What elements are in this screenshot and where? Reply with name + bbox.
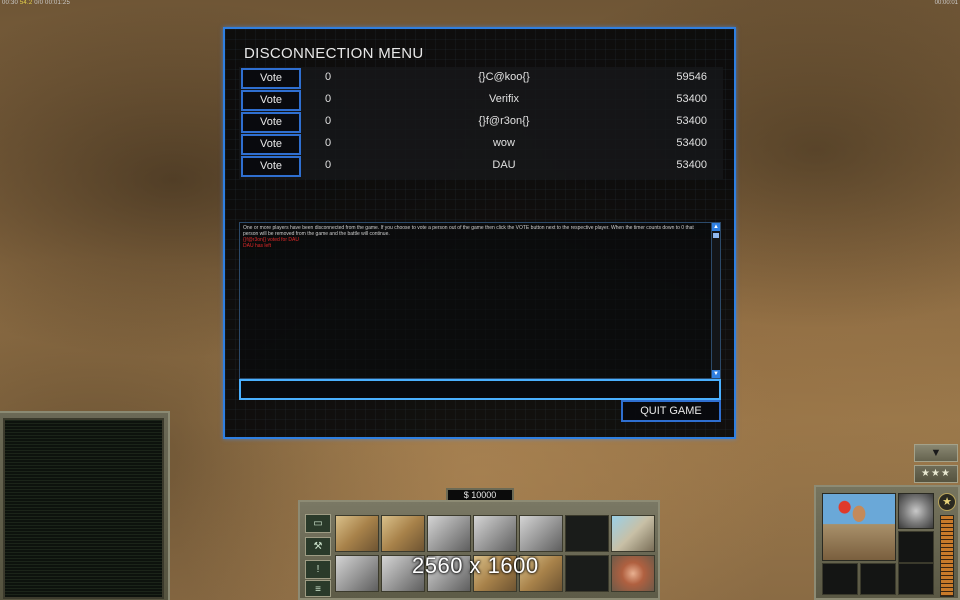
player-votes: 0 — [325, 115, 332, 127]
unit-info-panel: ★ — [814, 485, 960, 600]
player-name: {}C@koo{} — [478, 71, 530, 83]
repair-tab-icon[interactable]: ⚒ — [305, 537, 331, 556]
resolution-watermark: 2560 x 1600 — [412, 553, 539, 578]
player-row: Vote 0 {}f@r3on{} 53400 — [239, 111, 723, 133]
chat-scrollbar[interactable]: ▲ ▼ — [711, 223, 720, 378]
unit-slot — [898, 563, 934, 595]
player-ping: 53400 — [676, 115, 707, 127]
vote-button[interactable]: Vote — [241, 112, 301, 133]
unit-upgrade-icon[interactable] — [898, 493, 934, 529]
build-slot-supply-center[interactable] — [427, 515, 471, 552]
player-row: Vote 0 wow 53400 — [239, 133, 723, 155]
minimap[interactable] — [3, 418, 164, 599]
structures-tab-icon[interactable]: ▭ — [305, 514, 331, 533]
top-left-stats: 00:30 54.2 0/0 00:01:25 — [2, 0, 70, 6]
chat-leave-message: DAU has left — [243, 243, 272, 249]
build-slot-command-center[interactable] — [335, 515, 379, 552]
player-ping: 59546 — [676, 71, 707, 83]
build-slot-barracks[interactable] — [381, 515, 425, 552]
move-action-icon[interactable] — [611, 515, 655, 552]
scroll-thumb[interactable] — [713, 233, 719, 238]
build-slot-power-plant[interactable] — [473, 515, 517, 552]
unit-slot — [860, 563, 896, 595]
stats-prefix: 00:30 — [2, 0, 20, 6]
scroll-up-icon[interactable]: ▲ — [712, 223, 720, 231]
dialog-title: DISCONNECTION MENU — [244, 45, 424, 62]
disconnection-dialog: DISCONNECTION MENU Vote 0 {}C@koo{} 5954… — [223, 27, 736, 439]
player-row: Vote 0 Verifix 53400 — [239, 89, 723, 111]
vote-button[interactable]: Vote — [241, 156, 301, 177]
stats-suffix: 0/0 00:01:25 — [32, 0, 71, 6]
vote-button[interactable]: Vote — [241, 90, 301, 111]
options-tab-icon[interactable]: ≡ — [305, 580, 331, 597]
chat-messages: One or more players have been disconnect… — [243, 225, 708, 249]
top-right-timer: 00:00:01 — [934, 0, 958, 6]
unit-slot — [822, 563, 858, 595]
scroll-down-icon[interactable]: ▼ — [712, 370, 720, 378]
build-slot-empty — [565, 555, 609, 592]
fps-counter: 54.2 — [19, 0, 33, 6]
chat-system-message: One or more players have been disconnect… — [243, 225, 694, 237]
rank-star-icon: ★ — [938, 493, 956, 511]
unit-portrait — [822, 493, 896, 561]
attack-action-icon[interactable] — [611, 555, 655, 592]
player-list: Vote 0 {}C@koo{} 59546 Vote 0 Verifix 53… — [239, 67, 723, 179]
vote-button[interactable]: Vote — [241, 68, 301, 89]
vote-button[interactable]: Vote — [241, 134, 301, 155]
player-votes: 0 — [325, 137, 332, 149]
radar-frame — [0, 411, 170, 600]
health-bar — [940, 515, 954, 597]
player-votes: 0 — [325, 71, 332, 83]
unit-slot — [898, 531, 934, 563]
player-row: Vote 0 DAU 53400 — [239, 155, 723, 177]
build-slot-war-factory[interactable] — [519, 515, 563, 552]
player-name: {}f@r3on{} — [478, 115, 530, 127]
player-ping: 53400 — [676, 137, 707, 149]
command-bar: ▭ ⚒ ! ≡ — [298, 500, 660, 600]
player-name: DAU — [492, 159, 516, 171]
player-name: wow — [492, 137, 515, 149]
player-ping: 53400 — [676, 93, 707, 105]
general-rank-button[interactable]: ★★★ — [914, 465, 958, 483]
player-ping: 53400 — [676, 159, 707, 171]
player-row: Vote 0 {}C@koo{} 59546 — [239, 67, 723, 89]
collapse-arrow-icon[interactable]: ▼ — [914, 444, 958, 462]
info-tab-icon[interactable]: ! — [305, 560, 331, 579]
chat-log[interactable]: One or more players have been disconnect… — [239, 222, 721, 379]
player-name: Verifix — [489, 93, 519, 105]
chat-input[interactable] — [239, 379, 721, 400]
build-slot-bunker[interactable] — [335, 555, 379, 592]
build-slot-empty — [565, 515, 609, 552]
quit-game-button[interactable]: QUIT GAME — [621, 400, 721, 422]
player-votes: 0 — [325, 159, 332, 171]
player-votes: 0 — [325, 93, 332, 105]
